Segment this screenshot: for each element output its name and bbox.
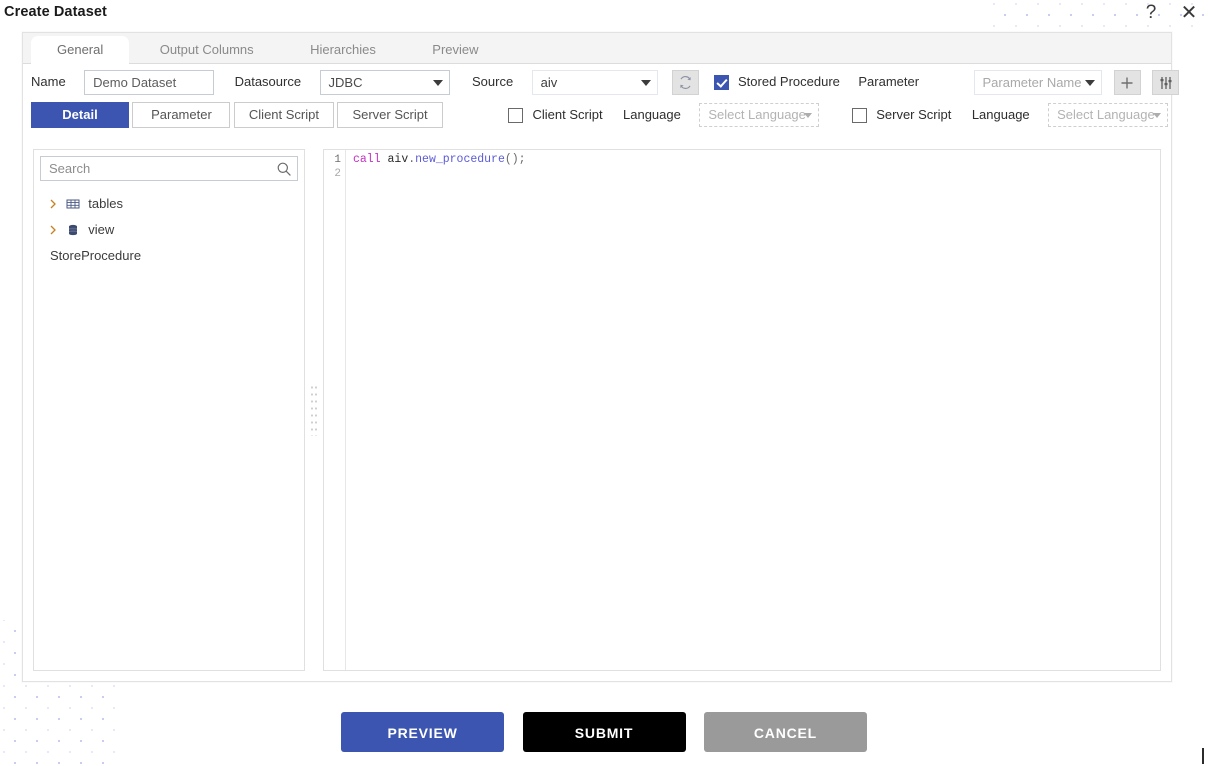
subtab-client-script[interactable]: Client Script (233, 102, 334, 128)
dataset-form-row: Name Demo Dataset Datasource JDBC Source… (23, 64, 1180, 100)
main-tab-bar: General Output Columns Hierarchies Previ… (23, 33, 1171, 65)
line-number: 1 (334, 154, 341, 166)
stored-procedure-checkbox[interactable] (713, 74, 729, 90)
subtab-server-script-label: Server Script (352, 107, 428, 122)
page-root: Create Dataset ? ✕ General Output Column… (0, 0, 1208, 766)
client-language-value: Select Language (708, 107, 806, 122)
client-language-select[interactable]: Select Language (699, 103, 820, 127)
line-number: 2 (334, 168, 341, 180)
datasource-value: JDBC (328, 74, 363, 90)
database-stack-icon (68, 224, 77, 235)
bg-mask-left (0, 0, 22, 620)
parameter-label: Parameter (858, 74, 920, 89)
editor-gutter: 1 2 (324, 150, 346, 670)
help-icon[interactable]: ? (1140, 2, 1162, 24)
chevron-down-icon (1153, 113, 1162, 118)
server-language-value: Select Language (1057, 107, 1155, 122)
tab-output-columns[interactable]: Output Columns (134, 36, 280, 64)
sql-code-input[interactable]: call aiv.new_procedure(); (347, 150, 1160, 670)
schema-tree-panel: tables (33, 149, 305, 671)
subtab-parameter-label: Parameter (151, 107, 212, 122)
name-input[interactable]: Demo Dataset (84, 69, 215, 95)
chevron-down-icon (432, 80, 443, 86)
parameter-settings-button[interactable] (1152, 69, 1180, 95)
parameter-name-select[interactable]: Parameter Name (973, 69, 1102, 95)
tab-output-columns-label: Output Columns (159, 42, 254, 57)
subtab-parameter[interactable]: Parameter (132, 102, 231, 128)
subtab-client-script-label: Client Script (248, 107, 319, 122)
page-title: Create Dataset (4, 4, 107, 20)
tab-hierarchies-label: Hierarchies (310, 42, 376, 57)
tree-node-view-label: view (88, 222, 115, 237)
search-icon[interactable] (276, 161, 292, 177)
chevron-right-icon[interactable] (48, 225, 58, 235)
sql-editor-panel: 1 2 call aiv.new_procedure(); (323, 149, 1161, 671)
preview-button[interactable]: PREVIEW (341, 712, 505, 752)
refresh-source-button[interactable] (672, 69, 700, 95)
source-select[interactable]: aiv (531, 69, 658, 95)
split-container: tables (33, 149, 1161, 671)
server-script-checkbox[interactable] (851, 107, 867, 123)
code-token-identifier: aiv (387, 153, 409, 166)
add-parameter-button[interactable] (1113, 69, 1141, 95)
detail-tab-bar: Detail Parameter Client Script Server Sc… (23, 102, 1171, 130)
tab-hierarchies[interactable]: Hierarchies (284, 36, 402, 64)
panel-splitter[interactable] (305, 149, 323, 671)
tree-node-storeprocedure[interactable]: StoreProcedure (34, 243, 304, 269)
tab-preview-label: Preview (432, 42, 479, 57)
corner-marker (1202, 748, 1204, 764)
source-value: aiv (540, 74, 558, 90)
tab-general[interactable]: General (31, 36, 130, 65)
chevron-down-icon (640, 80, 651, 86)
chevron-right-icon[interactable] (48, 199, 58, 209)
client-script-label: Client Script (532, 107, 603, 122)
tree-node-storeprocedure-label: StoreProcedure (50, 248, 142, 263)
stored-procedure-label: Stored Procedure (738, 74, 840, 89)
tree-node-tables[interactable]: tables (34, 191, 304, 217)
tab-preview[interactable]: Preview (406, 36, 504, 64)
search-input[interactable] (41, 157, 297, 180)
server-language-select[interactable]: Select Language (1048, 103, 1169, 127)
refresh-icon (680, 75, 691, 89)
subtab-detail[interactable]: Detail (31, 102, 129, 128)
client-script-checkbox[interactable] (508, 107, 524, 123)
dataset-body: tables (33, 149, 1161, 671)
search-box[interactable] (40, 156, 298, 181)
dialog-footer: PREVIEW SUBMIT CANCEL (0, 712, 1208, 752)
server-script-label: Server Script (876, 107, 952, 122)
datasource-label: Datasource (234, 74, 302, 89)
source-label: Source (471, 74, 514, 89)
name-label: Name (31, 74, 66, 89)
chevron-down-icon (1084, 80, 1095, 86)
subtab-server-script[interactable]: Server Script (337, 102, 443, 128)
sliders-icon (1160, 76, 1172, 89)
code-token-keyword: call (353, 153, 381, 166)
cancel-button[interactable]: CANCEL (703, 712, 867, 752)
close-icon[interactable]: ✕ (1178, 2, 1200, 24)
grid-table-icon (66, 199, 80, 209)
datasource-select[interactable]: JDBC (319, 69, 450, 95)
submit-button[interactable]: SUBMIT (522, 712, 686, 752)
splitter-grip-icon[interactable] (310, 384, 318, 436)
subtab-detail-label: Detail (62, 107, 98, 122)
tab-general-label: General (57, 42, 104, 57)
plus-icon (1121, 77, 1133, 88)
tree-node-tables-label: tables (88, 196, 123, 211)
parameter-name-value: Parameter Name (982, 74, 1082, 90)
server-language-label: Language (971, 107, 1030, 122)
chevron-down-icon (804, 113, 813, 118)
client-language-label: Language (623, 107, 681, 122)
code-token-function: new_procedure (415, 153, 505, 166)
tree-node-view[interactable]: view (34, 217, 304, 243)
code-token-punct: (); (504, 153, 526, 166)
create-dataset-dialog: General Output Columns Hierarchies Previ… (22, 32, 1180, 682)
